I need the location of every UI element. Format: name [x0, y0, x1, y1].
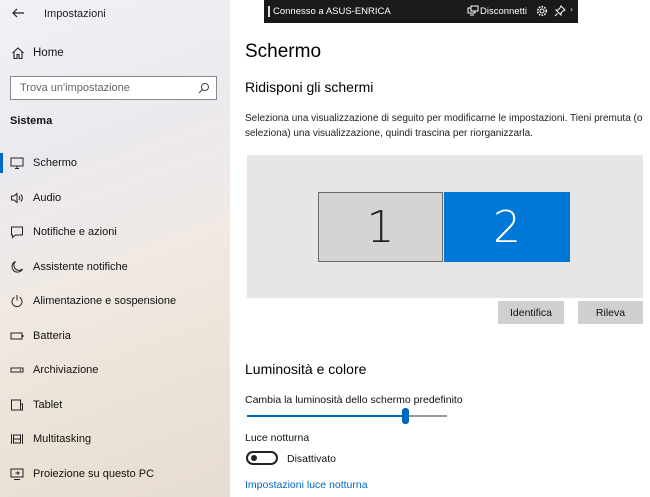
- night-light-state: Disattivato: [287, 453, 337, 465]
- section-title: Sistema: [10, 115, 53, 127]
- identify-button[interactable]: Identifica: [498, 301, 564, 324]
- sidebar-item-label: Schermo: [33, 157, 78, 169]
- gear-icon[interactable]: [536, 5, 548, 17]
- disconnect-icon[interactable]: [467, 5, 479, 17]
- brightness-slider-thumb[interactable]: [402, 408, 409, 424]
- sidebar-item-batteria[interactable]: Batteria: [0, 323, 230, 358]
- brightness-slider-label: Cambia la luminosità dello schermo prede…: [245, 394, 463, 406]
- message-icon: [10, 225, 24, 239]
- sidebar-item-tablet[interactable]: Tablet: [0, 392, 230, 427]
- sidebar-item-archiviazione[interactable]: Archiviazione: [0, 357, 230, 392]
- multitasking-icon: [10, 432, 24, 446]
- toggle-knob: [251, 455, 257, 461]
- sidebar-item-assistente[interactable]: Assistente notifiche: [0, 254, 230, 289]
- sidebar-item-label: Alimentazione e sospensione: [33, 295, 177, 307]
- sidebar-item-audio[interactable]: Audio: [0, 185, 230, 220]
- display-1[interactable]: 1: [318, 192, 443, 262]
- disconnect-button[interactable]: Disconnetti: [480, 6, 527, 17]
- sidebar-item-label: Audio: [33, 191, 62, 204]
- home-icon: [11, 46, 25, 60]
- night-light-settings-link[interactable]: Impostazioni luce notturna: [245, 479, 368, 491]
- page-title: Schermo: [245, 41, 322, 62]
- sidebar-item-label: Multitasking: [33, 433, 92, 445]
- brightness-slider[interactable]: [247, 408, 447, 424]
- app-title: Impostazioni: [44, 8, 106, 20]
- connection-bar-icon: [268, 6, 270, 17]
- sidebar-item-schermo[interactable]: Schermo: [0, 150, 230, 185]
- projection-icon: [10, 467, 24, 481]
- sidebar-item-label: Archiviazione: [33, 364, 99, 376]
- sidebar: Impostazioni Home Trova un'impostazione …: [0, 0, 230, 497]
- arrange-heading: Ridisponi gli schermi: [245, 79, 374, 95]
- sidebar-item-label: Batteria: [33, 329, 71, 342]
- main-content: Connesso a ASUS-ENRICA Disconnetti › Sch…: [230, 0, 650, 497]
- display-arrangement-area[interactable]: 1 2: [247, 155, 643, 298]
- search-input[interactable]: Trova un'impostazione: [10, 76, 217, 100]
- moon-icon: [10, 260, 24, 274]
- sidebar-item-label: Home: [33, 47, 64, 59]
- power-icon: [10, 294, 24, 308]
- storage-icon: [10, 363, 24, 377]
- tablet-icon: [10, 398, 24, 412]
- search-placeholder: Trova un'impostazione: [20, 82, 130, 94]
- sidebar-item-notifiche[interactable]: Notifiche e azioni: [0, 219, 230, 254]
- sidebar-item-home[interactable]: Home: [0, 42, 230, 66]
- sidebar-item-alimentazione[interactable]: Alimentazione e sospensione: [0, 288, 230, 323]
- brightness-slider-fill: [247, 415, 405, 417]
- connection-status: Connesso a ASUS-ENRICA: [273, 6, 391, 17]
- monitor-icon: [10, 156, 24, 170]
- remote-connection-bar: Connesso a ASUS-ENRICA Disconnetti ›: [264, 0, 578, 23]
- display-2-selected[interactable]: 2: [444, 192, 570, 262]
- brightness-heading: Luminosità e colore: [245, 361, 367, 377]
- back-arrow-icon[interactable]: [10, 5, 26, 21]
- night-light-toggle[interactable]: [246, 451, 278, 465]
- speaker-icon: [10, 191, 24, 205]
- sidebar-item-label: Notifiche e azioni: [33, 226, 117, 238]
- title-bar: Impostazioni: [0, 0, 230, 28]
- pin-icon[interactable]: [554, 5, 566, 17]
- arrange-description: Seleziona una visualizzazione di seguito…: [245, 113, 643, 139]
- sidebar-item-label: Assistente notifiche: [33, 260, 128, 273]
- search-icon[interactable]: [198, 82, 210, 94]
- chevron-right-icon[interactable]: ›: [570, 4, 573, 14]
- sidebar-item-multitasking[interactable]: Multitasking: [0, 426, 230, 461]
- night-light-label: Luce notturna: [245, 432, 310, 444]
- sidebar-item-label: Proiezione su questo PC: [33, 467, 155, 480]
- sidebar-nav: Schermo Audio Notifiche e azioni Assiste…: [0, 150, 230, 495]
- battery-icon: [10, 329, 24, 343]
- detect-button[interactable]: Rileva: [578, 301, 643, 324]
- sidebar-item-label: Tablet: [33, 398, 63, 411]
- sidebar-item-proiezione[interactable]: Proiezione su questo PC: [0, 461, 230, 496]
